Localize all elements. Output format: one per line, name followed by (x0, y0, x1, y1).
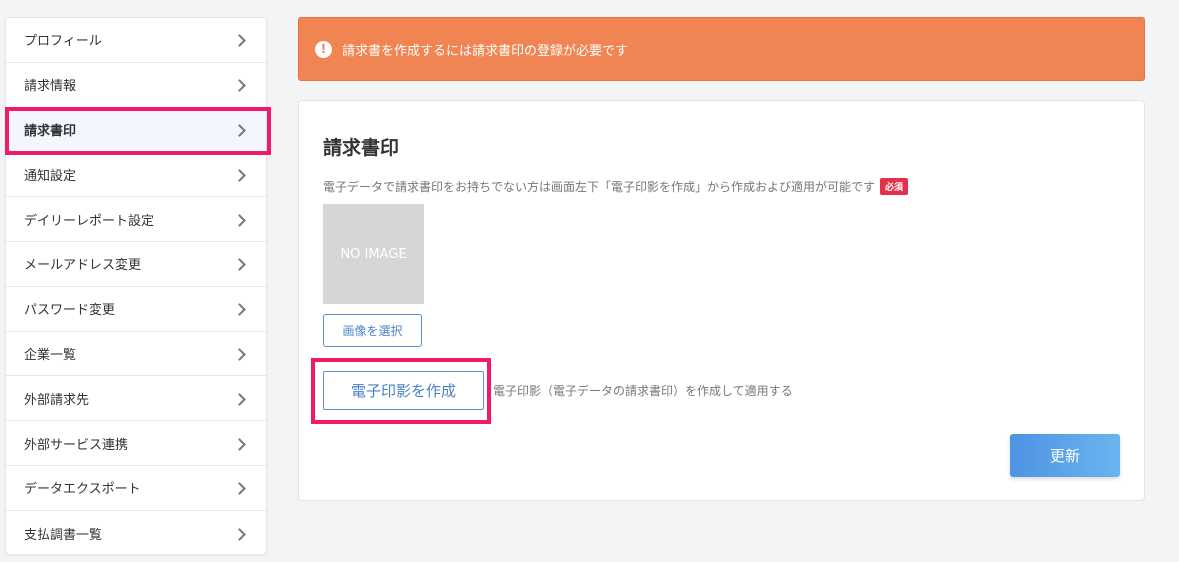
sidebar-item-label: 外部サービス連携 (24, 437, 129, 453)
settings-sidebar: プロフィール 請求情報 請求書印 通知設定 デイリーレポート設定 メールアドレス… (5, 17, 267, 555)
sidebar-item-label: 企業一覧 (24, 347, 77, 363)
create-seal-description: 電子印影（電子データの請求書印）を作成して適用する (493, 384, 793, 398)
alert-message: 請求書を作成するには請求書印の登録が必要です (342, 43, 629, 59)
required-badge: 必須 (880, 178, 909, 195)
sidebar-item-label: 支払調書一覧 (24, 527, 103, 543)
sidebar-item-label: メールアドレス変更 (24, 258, 142, 274)
chevron-right-icon (233, 258, 246, 272)
invoice-seal-panel: 請求書印 電子データで請求書印をお持ちでない方は画面左下「電子印影を作成」から作… (298, 100, 1145, 501)
sidebar-item-payment-records[interactable]: 支払調書一覧 (6, 511, 266, 554)
sidebar-item-notification-settings[interactable]: 通知設定 (6, 152, 266, 198)
create-seal-button[interactable]: 電子印影を作成 (323, 371, 484, 410)
sidebar-item-label: データエクスポート (24, 482, 141, 498)
sidebar-item-label: 通知設定 (24, 168, 77, 184)
sidebar-item-label: プロフィール (24, 34, 102, 50)
sidebar-item-billing-info[interactable]: 請求情報 (6, 63, 266, 108)
chevron-right-icon (233, 348, 246, 361)
page-title: 請求書印 (323, 137, 400, 159)
chevron-right-icon (233, 392, 246, 406)
sidebar-item-profile[interactable]: プロフィール (6, 18, 266, 63)
sidebar-item-label: 請求書印 (24, 123, 77, 139)
sidebar-item-invoice-seal[interactable]: 請求書印 (6, 107, 266, 153)
select-image-button[interactable]: 画像を選択 (323, 314, 422, 347)
chevron-right-icon (233, 79, 246, 93)
sidebar-item-email-change[interactable]: メールアドレス変更 (6, 242, 266, 287)
chevron-right-icon (233, 168, 246, 182)
exclamation-icon: ! (315, 40, 332, 58)
sidebar-item-label: 外部請求先 (24, 392, 90, 408)
description-text: 電子データで請求書印をお持ちでない方は画面左下「電子印影を作成」から作成および適… (323, 180, 876, 194)
warning-alert: ! 請求書を作成するには請求書印の登録が必要です (298, 17, 1145, 81)
sidebar-item-label: 請求情報 (24, 79, 77, 95)
sidebar-item-external-billing[interactable]: 外部請求先 (6, 376, 266, 422)
chevron-right-icon (233, 527, 246, 541)
panel-description: 電子データで請求書印をお持ちでない方は画面左下「電子印影を作成」から作成および適… (323, 178, 909, 195)
chevron-right-icon (233, 482, 246, 496)
sidebar-item-password-change[interactable]: パスワード変更 (6, 287, 266, 332)
sidebar-item-label: デイリーレポート設定 (24, 213, 155, 229)
update-button[interactable]: 更新 (1010, 434, 1120, 477)
chevron-right-icon (233, 437, 246, 451)
sidebar-item-company-list[interactable]: 企業一覧 (6, 332, 266, 377)
chevron-right-icon (233, 213, 246, 227)
sidebar-item-external-services[interactable]: 外部サービス連携 (6, 421, 266, 466)
sidebar-item-label: パスワード変更 (24, 303, 116, 319)
sidebar-item-daily-report-settings[interactable]: デイリーレポート設定 (6, 197, 266, 242)
chevron-right-icon (233, 34, 246, 48)
sidebar-item-data-export[interactable]: データエクスポート (6, 466, 266, 511)
chevron-right-icon (233, 303, 246, 317)
chevron-right-icon (233, 124, 246, 137)
seal-image-placeholder: NO IMAGE (323, 204, 424, 304)
